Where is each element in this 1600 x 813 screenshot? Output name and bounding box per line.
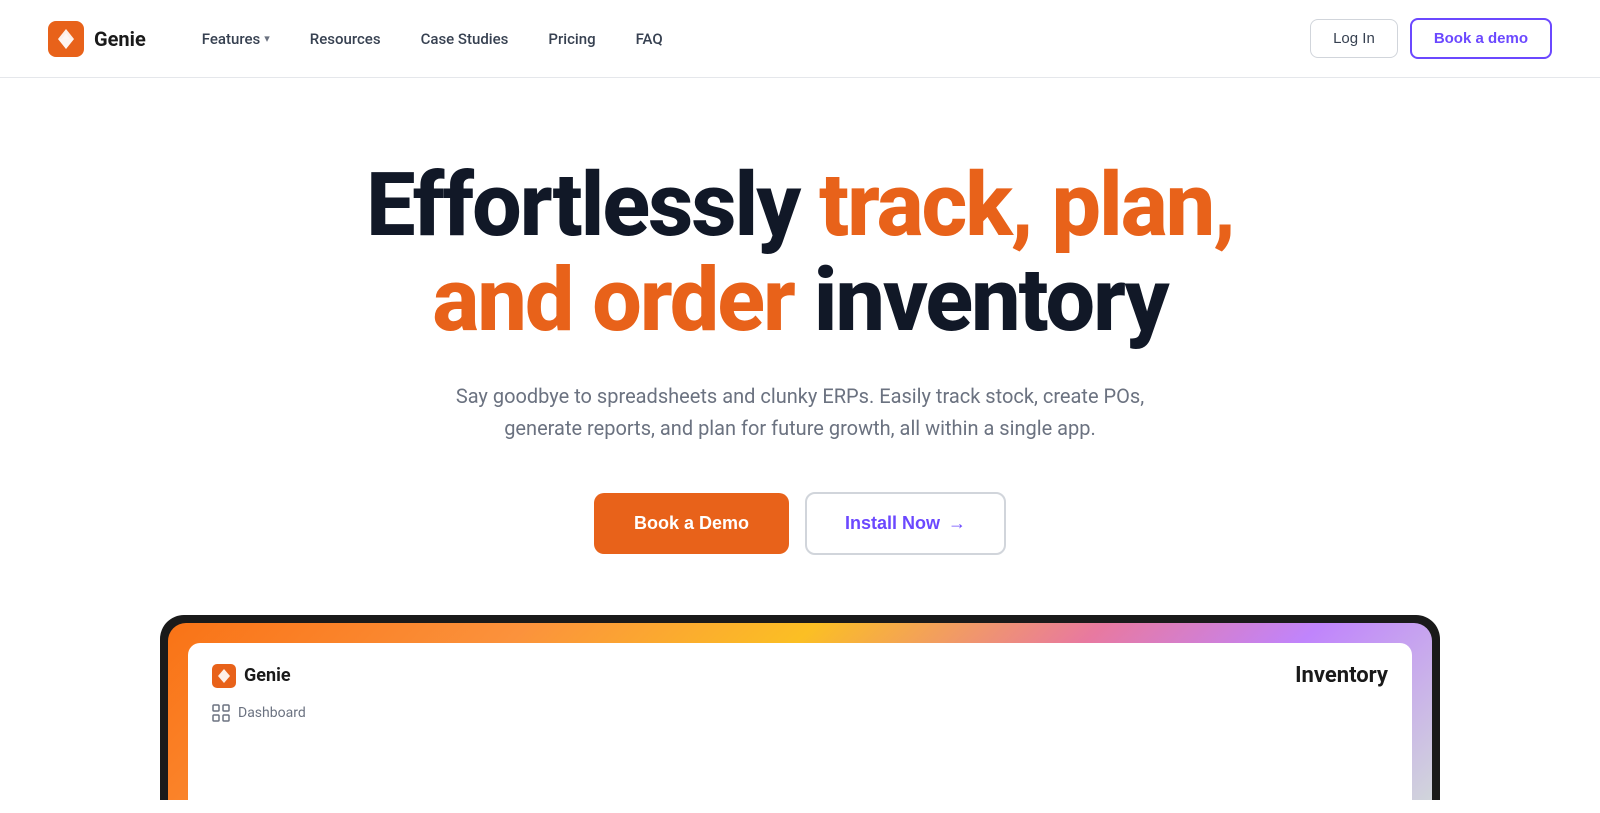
nav-features[interactable]: Features ▾ xyxy=(186,22,286,56)
app-header: Genie Inventory xyxy=(212,663,1388,688)
navbar-left: Genie Features ▾ Resources Case Studies … xyxy=(48,21,679,57)
nav-links: Features ▾ Resources Case Studies Pricin… xyxy=(186,22,679,56)
logo-link[interactable]: Genie xyxy=(48,21,146,57)
hero-section: Effortlessly track, plan, and order inve… xyxy=(0,78,1600,555)
device-frame: Genie Inventory Dashboard xyxy=(160,615,1440,800)
hero-title: Effortlessly track, plan, and order inve… xyxy=(366,158,1234,348)
app-logo-text: Genie xyxy=(244,665,291,686)
logo-text: Genie xyxy=(94,27,146,51)
hero-title-part2: and order xyxy=(432,249,793,352)
chevron-down-icon: ▾ xyxy=(264,32,270,45)
hero-title-orange: track, plan, xyxy=(819,154,1234,257)
navbar: Genie Features ▾ Resources Case Studies … xyxy=(0,0,1600,78)
nav-pricing[interactable]: Pricing xyxy=(532,22,611,56)
book-demo-nav-button[interactable]: Book a demo xyxy=(1410,18,1552,59)
app-preview: Genie Inventory Dashboard xyxy=(0,615,1600,800)
logo-icon xyxy=(48,21,84,57)
app-inner: Genie Inventory Dashboard xyxy=(188,643,1412,800)
hero-title-black: inventory xyxy=(794,249,1168,352)
install-now-button[interactable]: Install Now → xyxy=(805,492,1006,555)
hero-title-part1: Effortlessly xyxy=(366,154,819,257)
app-dashboard-item: Dashboard xyxy=(212,704,1388,722)
nav-resources[interactable]: Resources xyxy=(294,22,397,56)
install-now-label: Install Now xyxy=(845,513,940,534)
nav-case-studies[interactable]: Case Studies xyxy=(405,22,525,56)
app-logo: Genie xyxy=(212,664,291,688)
book-demo-button[interactable]: Book a Demo xyxy=(594,493,789,554)
navbar-right: Log In Book a demo xyxy=(1310,18,1552,59)
login-button[interactable]: Log In xyxy=(1310,19,1398,58)
hero-subtitle: Say goodbye to spreadsheets and clunky E… xyxy=(450,380,1150,444)
arrow-icon: → xyxy=(948,513,966,534)
hero-cta: Book a Demo Install Now → xyxy=(594,492,1006,555)
device-screen: Genie Inventory Dashboard xyxy=(168,623,1432,800)
app-inventory-title: Inventory xyxy=(1295,663,1388,688)
nav-faq[interactable]: FAQ xyxy=(620,22,679,56)
app-dashboard-label: Dashboard xyxy=(238,705,306,721)
grid-icon xyxy=(212,704,230,722)
app-logo-icon xyxy=(212,664,236,688)
